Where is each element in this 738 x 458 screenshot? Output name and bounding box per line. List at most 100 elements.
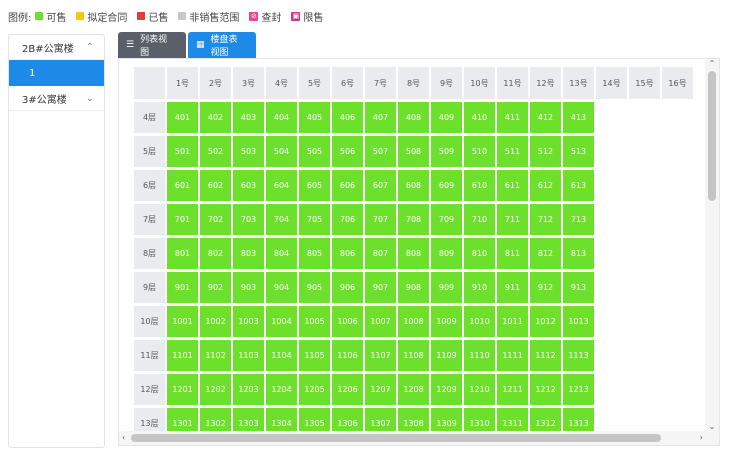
room-cell[interactable]: 1101 <box>167 340 198 371</box>
room-cell[interactable]: 707 <box>365 204 396 235</box>
room-cell[interactable]: 704 <box>266 204 297 235</box>
room-cell[interactable]: 401 <box>167 102 198 133</box>
room-cell[interactable]: 605 <box>299 170 330 201</box>
room-cell[interactable]: 913 <box>563 272 594 303</box>
sidebar-unit-1[interactable]: 1 <box>9 60 104 86</box>
room-cell[interactable]: 512 <box>530 136 561 167</box>
room-cell[interactable]: 1103 <box>233 340 264 371</box>
room-cell[interactable]: 503 <box>233 136 264 167</box>
room-cell[interactable]: 1008 <box>398 306 429 337</box>
room-cell[interactable]: 907 <box>365 272 396 303</box>
room-cell[interactable]: 405 <box>299 102 330 133</box>
room-cell[interactable]: 509 <box>431 136 462 167</box>
room-cell[interactable]: 708 <box>398 204 429 235</box>
room-cell[interactable]: 406 <box>332 102 363 133</box>
room-cell[interactable]: 613 <box>563 170 594 201</box>
room-cell[interactable]: 1012 <box>530 306 561 337</box>
room-cell[interactable]: 610 <box>464 170 495 201</box>
room-cell[interactable]: 1106 <box>332 340 363 371</box>
room-cell[interactable]: 1002 <box>200 306 231 337</box>
room-cell[interactable]: 1210 <box>464 374 495 405</box>
room-cell[interactable]: 903 <box>233 272 264 303</box>
room-cell[interactable]: 608 <box>398 170 429 201</box>
tab-list-view[interactable]: ☰ 列表视图 <box>118 32 186 58</box>
room-cell[interactable]: 1205 <box>299 374 330 405</box>
room-cell[interactable]: 711 <box>497 204 528 235</box>
room-cell[interactable]: 413 <box>563 102 594 133</box>
room-cell[interactable]: 1212 <box>530 374 561 405</box>
room-cell[interactable]: 1105 <box>299 340 330 371</box>
room-cell[interactable]: 601 <box>167 170 198 201</box>
room-cell[interactable]: 902 <box>200 272 231 303</box>
room-cell[interactable]: 411 <box>497 102 528 133</box>
room-cell[interactable]: 1203 <box>233 374 264 405</box>
room-cell[interactable]: 705 <box>299 204 330 235</box>
sidebar-building-3[interactable]: 3#公寓楼 ⌄ <box>9 86 104 111</box>
room-cell[interactable]: 609 <box>431 170 462 201</box>
room-cell[interactable]: 1112 <box>530 340 561 371</box>
room-cell[interactable]: 809 <box>431 238 462 269</box>
room-cell[interactable]: 501 <box>167 136 198 167</box>
room-cell[interactable]: 404 <box>266 102 297 133</box>
room-cell[interactable]: 713 <box>563 204 594 235</box>
room-cell[interactable]: 702 <box>200 204 231 235</box>
room-cell[interactable]: 407 <box>365 102 396 133</box>
room-cell[interactable]: 807 <box>365 238 396 269</box>
room-cell[interactable]: 1208 <box>398 374 429 405</box>
room-cell[interactable]: 607 <box>365 170 396 201</box>
room-cell[interactable]: 910 <box>464 272 495 303</box>
room-cell[interactable]: 603 <box>233 170 264 201</box>
horizontal-scroll-thumb[interactable] <box>131 434 661 442</box>
room-cell[interactable]: 412 <box>530 102 561 133</box>
room-cell[interactable]: 906 <box>332 272 363 303</box>
room-cell[interactable]: 1213 <box>563 374 594 405</box>
room-cell[interactable]: 805 <box>299 238 330 269</box>
horizontal-scrollbar[interactable]: ‹ › <box>119 431 719 445</box>
scroll-left-icon[interactable]: ‹ <box>122 431 125 445</box>
room-cell[interactable]: 1109 <box>431 340 462 371</box>
room-cell[interactable]: 409 <box>431 102 462 133</box>
room-cell[interactable]: 511 <box>497 136 528 167</box>
room-cell[interactable]: 507 <box>365 136 396 167</box>
room-cell[interactable]: 1004 <box>266 306 297 337</box>
room-cell[interactable]: 811 <box>497 238 528 269</box>
room-cell[interactable]: 810 <box>464 238 495 269</box>
room-cell[interactable]: 901 <box>167 272 198 303</box>
room-cell[interactable]: 410 <box>464 102 495 133</box>
room-cell[interactable]: 804 <box>266 238 297 269</box>
room-cell[interactable]: 1201 <box>167 374 198 405</box>
room-cell[interactable]: 1013 <box>563 306 594 337</box>
room-cell[interactable]: 1108 <box>398 340 429 371</box>
sidebar-building-2b[interactable]: 2B#公寓楼 ⌃ <box>9 35 104 60</box>
room-cell[interactable]: 1005 <box>299 306 330 337</box>
room-cell[interactable]: 803 <box>233 238 264 269</box>
room-cell[interactable]: 703 <box>233 204 264 235</box>
room-cell[interactable]: 812 <box>530 238 561 269</box>
room-cell[interactable]: 1007 <box>365 306 396 337</box>
room-cell[interactable]: 1107 <box>365 340 396 371</box>
room-cell[interactable]: 604 <box>266 170 297 201</box>
vertical-scroll-thumb[interactable] <box>708 71 716 201</box>
room-cell[interactable]: 1010 <box>464 306 495 337</box>
scroll-right-icon[interactable]: › <box>700 431 703 445</box>
room-cell[interactable]: 1209 <box>431 374 462 405</box>
room-cell[interactable]: 508 <box>398 136 429 167</box>
room-cell[interactable]: 905 <box>299 272 330 303</box>
room-cell[interactable]: 912 <box>530 272 561 303</box>
room-cell[interactable]: 1001 <box>167 306 198 337</box>
room-cell[interactable]: 1006 <box>332 306 363 337</box>
room-cell[interactable]: 909 <box>431 272 462 303</box>
room-cell[interactable]: 1003 <box>233 306 264 337</box>
room-cell[interactable]: 1110 <box>464 340 495 371</box>
room-cell[interactable]: 611 <box>497 170 528 201</box>
room-cell[interactable]: 1111 <box>497 340 528 371</box>
room-cell[interactable]: 402 <box>200 102 231 133</box>
room-cell[interactable]: 806 <box>332 238 363 269</box>
room-cell[interactable]: 801 <box>167 238 198 269</box>
room-cell[interactable]: 502 <box>200 136 231 167</box>
room-cell[interactable]: 1202 <box>200 374 231 405</box>
room-cell[interactable]: 813 <box>563 238 594 269</box>
room-cell[interactable]: 408 <box>398 102 429 133</box>
room-cell[interactable]: 504 <box>266 136 297 167</box>
scroll-up-icon[interactable]: ⌃ <box>705 59 719 68</box>
